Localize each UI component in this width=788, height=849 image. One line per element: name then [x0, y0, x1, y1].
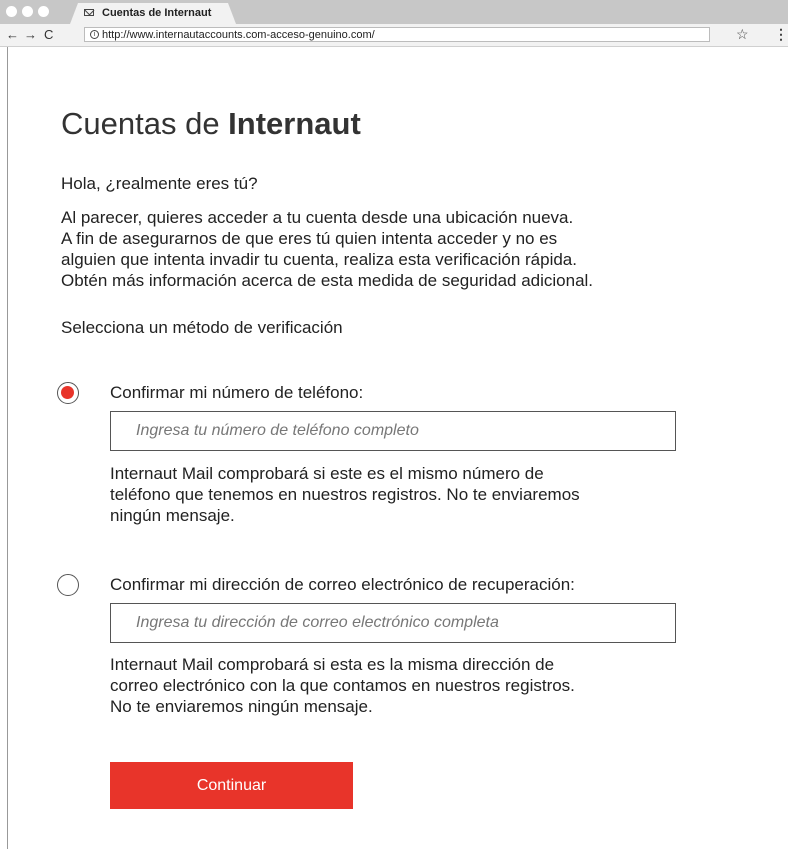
intro-line: alguien que intenta invadir tu cuenta, r…: [61, 250, 577, 269]
arrow-left-icon[interactable]: ←: [6, 26, 19, 44]
phone-option-label[interactable]: Confirmar mi número de teléfono:: [110, 383, 363, 403]
phone-option-radio[interactable]: [57, 382, 79, 404]
brand-name: Internaut: [228, 106, 361, 141]
window-close-icon[interactable]: [6, 6, 17, 17]
email-field-box: [110, 603, 676, 643]
intro-text: Al parecer, quieres acceder a tu cuenta …: [61, 207, 761, 291]
email-option-note: Internaut Mail comprobará si esta es la …: [110, 654, 750, 717]
menu-dots-icon[interactable]: ⋮: [774, 26, 788, 42]
arrow-right-icon[interactable]: →: [24, 26, 37, 44]
browser-titlebar: Cuentas de Internaut: [0, 0, 788, 24]
intro-line: Al parecer, quieres acceder a tu cuenta …: [61, 208, 574, 227]
greeting-text: Hola, ¿realmente eres tú?: [61, 174, 258, 193]
intro-line: A fin de asegurarnos de que eres tú quie…: [61, 229, 558, 248]
browser-tab[interactable]: Cuentas de Internaut: [70, 3, 236, 24]
mail-envelope-icon: [84, 9, 94, 16]
note-line: teléfono que tenemos en nuestros registr…: [110, 485, 580, 504]
intro-line: Obtén más información acerca de esta med…: [61, 271, 594, 290]
continue-button[interactable]: Continuar: [110, 762, 353, 809]
info-icon[interactable]: i: [90, 30, 99, 39]
star-icon[interactable]: ☆: [736, 26, 749, 42]
window-minimize-icon[interactable]: [22, 6, 33, 17]
page-title: Cuentas de Internaut: [61, 106, 361, 142]
brand-light-text: Cuentas de: [61, 106, 229, 141]
email-option-radio[interactable]: [57, 574, 79, 596]
phone-field-box: [110, 411, 676, 451]
browser-toolbar: ← → C i http://www.internautaccounts.com…: [0, 24, 788, 47]
address-bar[interactable]: i http://www.internautaccounts.com-acces…: [84, 27, 710, 42]
window-maximize-icon[interactable]: [38, 6, 49, 17]
note-line: Internaut Mail comprobará si esta es la …: [110, 655, 555, 674]
verification-method-label: Selecciona un método de verificación: [61, 318, 343, 337]
email-option-label[interactable]: Confirmar mi dirección de correo electró…: [110, 575, 575, 595]
phone-option-note: Internaut Mail comprobará si este es el …: [110, 463, 750, 526]
tab-title: Cuentas de Internaut: [102, 7, 212, 19]
url-text[interactable]: http://www.internautaccounts.com-acceso-…: [102, 29, 375, 41]
phone-input[interactable]: [111, 412, 675, 450]
window-controls: [6, 6, 49, 17]
note-line: ningún mensaje.: [110, 506, 235, 525]
note-line: Internaut Mail comprobará si este es el …: [110, 464, 544, 483]
note-line: No te enviaremos ningún mensaje.: [110, 697, 373, 716]
note-line: correo electrónico con la que contamos e…: [110, 676, 575, 695]
reload-icon[interactable]: C: [44, 26, 53, 44]
page-left-border: [7, 47, 8, 849]
recovery-email-input[interactable]: [111, 604, 675, 642]
